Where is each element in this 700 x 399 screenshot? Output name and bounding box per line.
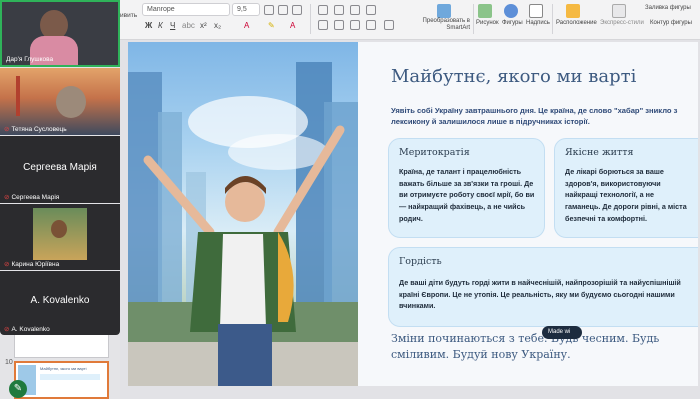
slide[interactable]: Майбутнє, якого ми варті Уявіть собі Укр… [128,42,698,386]
card-title: Якісне життя [565,147,634,158]
decrease-font-icon[interactable] [278,5,288,15]
slide-intro-text[interactable]: Уявіть собі Україну завтрашнього дня. Це… [391,105,696,127]
indent-increase-icon[interactable] [366,5,376,15]
participant-video [33,208,87,260]
justify-icon[interactable] [366,20,376,30]
columns-icon[interactable] [384,20,394,30]
increase-font-icon[interactable] [264,5,274,15]
card-quality-life[interactable]: Якісне життя Де лікарі борються за ваше … [554,138,698,238]
participant-name: ⊘ Карина Юріївна [4,261,60,268]
slide-content: Майбутнє, якого ми варті Уявіть собі Укр… [358,42,698,386]
ribbon-separator [310,4,311,34]
muted-mic-icon: ⊘ [4,194,10,201]
ribbon-separator [552,4,553,34]
slide-title[interactable]: Майбутнє, якого ми варті [391,66,636,87]
quick-styles-label[interactable]: Экспресс-стили [600,20,644,26]
bullets-icon[interactable] [318,5,328,15]
paste-label[interactable]: ивить [120,12,137,19]
card-title: Гордість [399,256,442,267]
card-pride[interactable]: Гордість Де ваші діти будуть горді жити … [388,247,698,327]
textbox-icon[interactable] [529,4,543,18]
video-tile[interactable]: A. Kovalenko ⊘ A. Kovalenko [0,271,120,335]
card-title: Меритократія [399,147,470,158]
subscript-icon[interactable]: x₂ [214,21,221,30]
quick-styles-icon[interactable] [612,4,626,18]
align-right-icon[interactable] [350,20,360,30]
clear-format-icon[interactable] [292,5,302,15]
shapes-icon[interactable] [504,4,518,18]
smartart-icon[interactable] [437,4,451,18]
card-text: Де ваші діти будуть горді жити в найчесн… [399,278,681,311]
textbox-label[interactable]: Надпись [526,20,550,26]
video-tile[interactable]: ⊘ Карина Юріївна [0,204,120,270]
picture-icon[interactable] [478,4,492,18]
underline-icon[interactable]: Ч [170,21,175,30]
numbering-icon[interactable] [334,5,344,15]
thumbnail-card [40,374,100,380]
muted-mic-icon: ⊘ [4,126,10,133]
thumbnail-number: 10 [5,359,13,366]
arrange-label[interactable]: Расположение [556,20,597,26]
participant-name: ⊘ Сергеева Марія [4,194,60,201]
superscript-icon[interactable]: x² [200,21,207,30]
font-color-icon[interactable]: A [244,21,249,30]
highlight-icon[interactable]: ✎ [268,21,275,30]
muted-mic-icon: ⊘ [4,261,10,268]
slide-thumbnail-selected[interactable]: Майбутнє, якого ми варті [14,361,109,399]
shape-outline-button[interactable]: Контур фигуры [650,20,692,26]
ribbon-separator [473,4,474,34]
powerpoint-window: ивить Manrope 9,5 Ж К Ч abc x² x₂ A ✎ A … [0,0,700,399]
thumbnail-title: Майбутнє, якого ми варті [40,366,87,371]
indent-decrease-icon[interactable] [350,5,360,15]
participant-display-name: A. Kovalenko [30,295,90,306]
participant-display-name: Сергеева Марія [23,162,97,173]
smartart-label[interactable]: Преобразовать в SmartArt [398,18,470,32]
bridge-tower [16,76,20,116]
align-center-icon[interactable] [334,20,344,30]
arrange-icon[interactable] [566,4,580,18]
text-color-icon[interactable]: A [290,21,295,30]
video-tile[interactable]: Сергеева Марія ⊘ Сергеева Марія [0,136,120,203]
strikethrough-icon[interactable]: abc [182,21,195,30]
shapes-label[interactable]: Фигуры [502,20,523,26]
bold-icon[interactable]: Ж [145,21,152,30]
participant-name: ⊘ A. Kovalenko [4,326,50,333]
video-tile[interactable]: ⊘ Тетяна Сусловець [0,68,120,135]
made-with-badge[interactable]: Made wi [542,326,582,339]
video-tile-active[interactable]: Дар'я Глушкова [0,0,120,67]
pen-icon[interactable]: ✎ [9,380,27,398]
hero-illustration [128,62,358,386]
hero-photo [128,42,358,386]
card-text: Країна, де талант і працелюбність важать… [399,167,535,223]
muted-mic-icon: ⊘ [4,326,10,333]
participant-name: ⊘ Тетяна Сусловець [4,126,67,133]
italic-icon[interactable]: К [158,21,163,30]
font-size-select[interactable]: 9,5 [232,3,260,16]
card-meritocracy[interactable]: Меритократія Країна, де талант і працелю… [388,138,545,238]
picture-label[interactable]: Рисунок [476,20,499,26]
font-name-select[interactable]: Manrope [142,3,230,16]
participant-name: Дар'я Глушкова [6,56,54,63]
participant-head [51,220,67,238]
align-left-icon[interactable] [318,20,328,30]
participant-head [56,86,86,118]
shape-fill-button[interactable]: Заливка фигуры [645,5,691,11]
card-text: Де лікарі борються за ваше здоров'я, вик… [565,167,687,223]
